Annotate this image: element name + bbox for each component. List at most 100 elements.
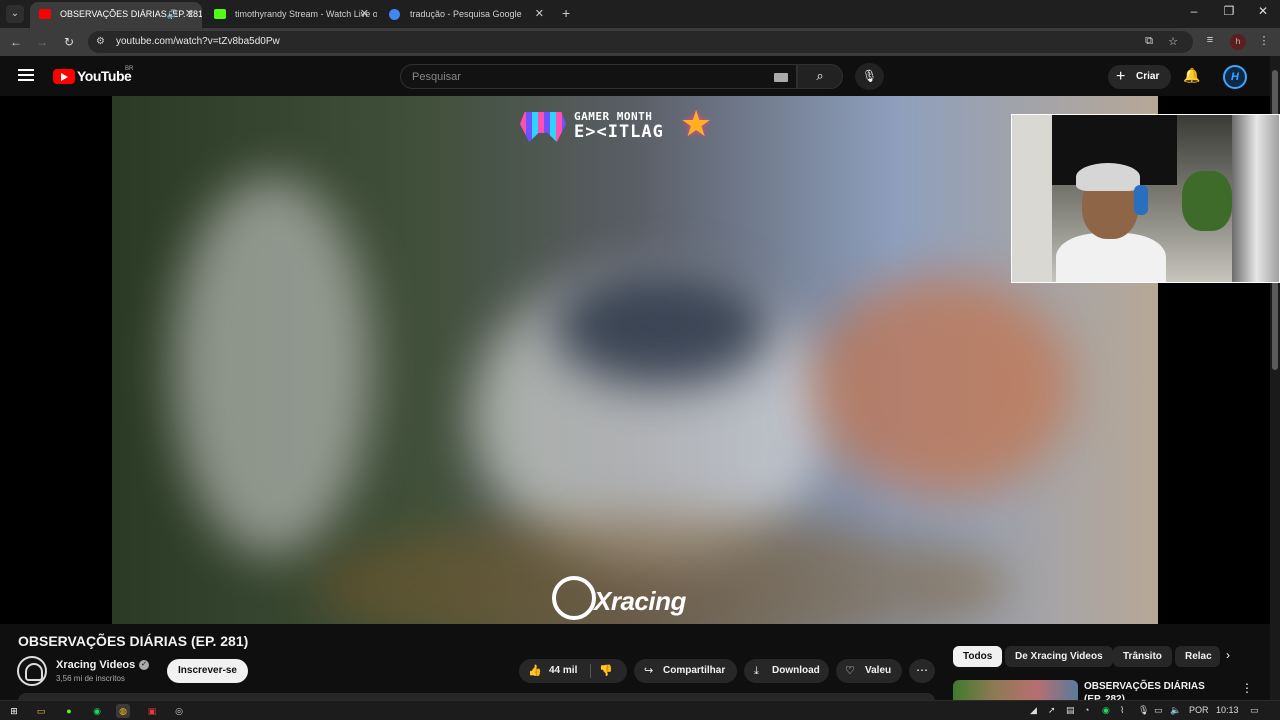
recommended-more-icon[interactable]: ⋮ (1241, 681, 1253, 695)
url-text: youtube.com/watch?v=tZv8ba5d0Pw (116, 36, 280, 47)
cam-curtain (1232, 115, 1279, 282)
close-tab-icon[interactable]: ✕ (360, 2, 369, 26)
chrome-icon[interactable]: ◍ (116, 704, 130, 718)
chevron-right-icon[interactable]: › (1226, 648, 1230, 662)
like-divider (590, 664, 591, 678)
cam-headphones (1134, 185, 1148, 215)
thumbs-down-icon[interactable]: 👎 (599, 659, 613, 683)
close-tab-icon[interactable]: ✕ (535, 2, 544, 26)
profile-avatar[interactable]: h (1230, 34, 1246, 50)
tab-youtube[interactable]: OBSERVAÇÕES DIÁRIAS (EP. 281) 🔊 ✕ (30, 2, 202, 28)
tray-mic-icon[interactable]: 🎙 (1138, 705, 1149, 716)
channel-name[interactable]: Xracing Videos (56, 659, 135, 671)
install-app-icon[interactable]: ⧉ (1141, 35, 1157, 48)
close-tab-icon[interactable]: ✕ (185, 2, 194, 26)
youtube-header: YouTube BR Pesquisar ⌕ 🎙 + Criar 🔔 H (0, 56, 1270, 96)
search-button[interactable]: ⌕ (797, 64, 843, 89)
speaker-icon[interactable]: 🔊 (167, 2, 178, 26)
tab-search-button[interactable]: ⌄ (6, 5, 24, 23)
back-icon[interactable]: ← (7, 33, 25, 51)
forward-icon[interactable]: → (33, 33, 51, 51)
tab-title: timothyrandy Stream - Watch Live on Kick (235, 9, 377, 19)
cam-wall (1012, 115, 1052, 282)
tray-app-icon[interactable]: ▤ (1066, 705, 1075, 716)
blurred-figure (172, 176, 372, 556)
channel-avatar[interactable] (17, 656, 47, 686)
create-button[interactable]: + Criar (1108, 65, 1171, 89)
thumbs-up-icon[interactable]: 👍 (528, 659, 542, 683)
search-placeholder: Pesquisar (412, 71, 461, 83)
blurred-windshield (552, 266, 772, 386)
browser-menu-icon[interactable]: ⋮ (1256, 34, 1272, 47)
bookmark-star-icon[interactable]: ☆ (1165, 35, 1181, 48)
xracing-watermark: Xracing (552, 574, 722, 624)
spotify-icon[interactable]: ◉ (90, 704, 104, 718)
recording-app-icon[interactable]: ▣ (145, 704, 159, 718)
account-avatar[interactable]: H (1223, 65, 1247, 89)
thanks-label: Valeu (865, 665, 892, 676)
tab-google[interactable]: tradução - Pesquisa Google ✕ (380, 2, 552, 28)
clock-time[interactable]: 10:13 (1216, 705, 1239, 715)
cam-person-body (1056, 233, 1166, 282)
microphone-icon: 🎙 (861, 69, 878, 83)
youtube-logo-icon[interactable] (53, 69, 75, 84)
video-frame[interactable]: GAMER MONTH E><ITLAG ★ Xracing (112, 96, 1158, 624)
watermark-text: Xracing (594, 586, 686, 616)
tray-nvidia-icon[interactable]: ◢ (1030, 705, 1037, 716)
minimize-icon[interactable]: – (1186, 4, 1202, 18)
obs-icon[interactable]: ◎ (172, 704, 186, 718)
super-thanks-icon: ♡ (845, 665, 855, 677)
chip-from-channel[interactable]: De Xracing Videos (1005, 646, 1113, 667)
thanks-button[interactable]: ♡ Valeu (836, 659, 902, 683)
windows-start-icon[interactable]: ⊞ (7, 704, 21, 718)
voice-search-button[interactable]: 🎙 (855, 63, 884, 90)
helmet-logo-icon (552, 576, 596, 620)
subscribe-button[interactable]: Inscrever-se (167, 659, 248, 683)
tray-steam-icon[interactable]: ◔ (1084, 705, 1089, 715)
search-icon: ⌕ (816, 68, 824, 83)
tray-arrow-icon[interactable]: ➚ (1048, 705, 1056, 716)
chip-related[interactable]: Relac (1175, 646, 1220, 667)
notification-center-icon[interactable]: ▭ (1250, 705, 1259, 716)
address-bar[interactable]: ⚙ youtube.com/watch?v=tZv8ba5d0Pw ⧉ ☆ (88, 31, 1193, 53)
tab-kick[interactable]: timothyrandy Stream - Watch Live on Kick… (205, 2, 377, 28)
hamburger-menu-icon[interactable] (18, 69, 34, 81)
reload-icon[interactable]: ↻ (60, 33, 78, 51)
recommended-thumbnail[interactable] (953, 680, 1078, 700)
chip-todos[interactable]: Todos (953, 646, 1003, 667)
like-count[interactable]: 44 mil (549, 665, 577, 676)
google-favicon-icon (389, 9, 400, 20)
star-icon: ★ (680, 103, 713, 144)
youtube-favicon-icon (39, 9, 51, 19)
browser-tab-strip: ⌄ OBSERVAÇÕES DIÁRIAS (EP. 281) 🔊 ✕ timo… (0, 0, 1280, 28)
download-label: Download (772, 665, 820, 676)
region-code: BR (125, 66, 134, 72)
create-label: Criar (1136, 71, 1160, 82)
kick-favicon-icon (214, 9, 226, 19)
maximize-icon[interactable]: ❐ (1221, 4, 1237, 18)
keyboard-icon[interactable] (774, 73, 788, 82)
chip-transito[interactable]: Trânsito (1113, 646, 1172, 667)
gamer-month-overlay: GAMER MONTH E><ITLAG ★ (520, 103, 740, 148)
new-tab-icon[interactable]: + (562, 4, 576, 22)
input-language[interactable]: POR (1189, 705, 1209, 715)
youtube-logo-text[interactable]: YouTube (77, 68, 132, 84)
tray-wifi-icon[interactable]: ⌇ (1120, 705, 1124, 716)
xbox-app-icon[interactable]: ● (62, 704, 76, 718)
close-window-icon[interactable]: ✕ (1255, 4, 1271, 18)
blurred-wall (812, 276, 1072, 496)
tray-spotify-icon[interactable]: ◉ (1102, 705, 1110, 716)
media-controls-icon[interactable]: ≡ (1202, 34, 1218, 46)
file-explorer-icon[interactable]: ▭ (34, 704, 48, 718)
tray-network-icon[interactable]: ▭ (1154, 705, 1163, 716)
more-actions-icon[interactable]: ⋯ (909, 659, 935, 683)
site-info-icon[interactable]: ⚙ (96, 36, 105, 47)
search-input[interactable]: Pesquisar (400, 64, 797, 89)
notifications-bell-icon[interactable]: 🔔 (1183, 67, 1200, 84)
download-button[interactable]: ⤓ Download (744, 659, 829, 683)
tray-volume-icon[interactable]: 🔈 (1170, 705, 1181, 716)
cam-plant (1182, 171, 1232, 231)
like-dislike-group: 👍 44 mil 👎 (519, 659, 627, 683)
share-button[interactable]: ↪ Compartilhar (634, 659, 737, 683)
video-title: OBSERVAÇÕES DIÁRIAS (EP. 281) (18, 633, 249, 649)
